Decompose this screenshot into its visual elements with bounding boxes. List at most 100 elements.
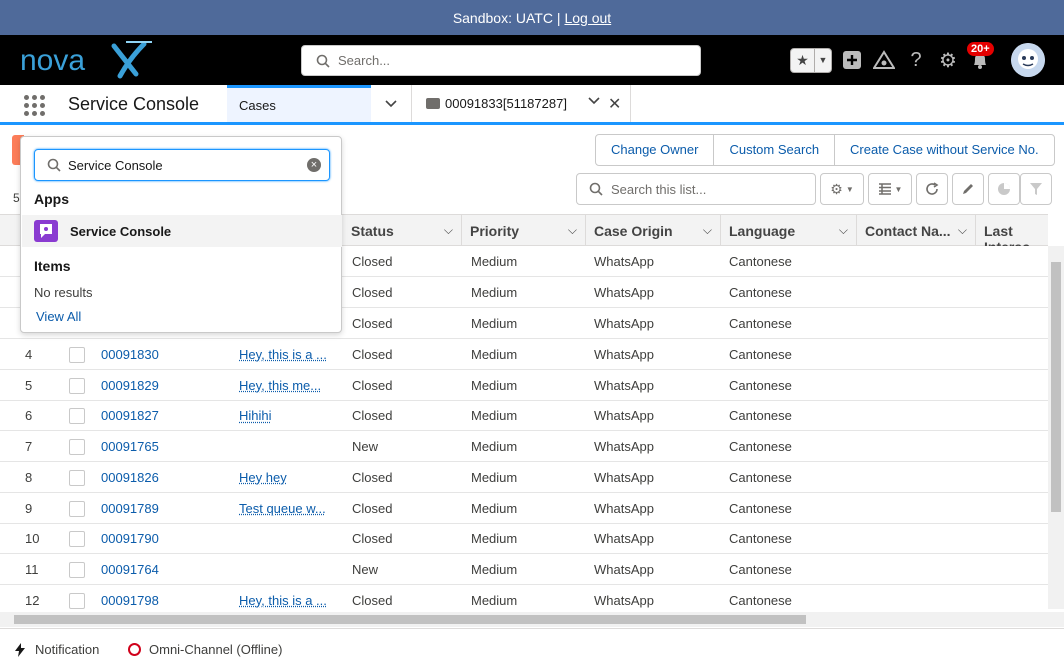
table-row: 7 00091765 New Medium WhatsApp Cantonese — [0, 431, 1048, 463]
edit-button[interactable] — [952, 173, 984, 205]
search-icon — [47, 158, 61, 172]
app-result-service-console[interactable]: Service Console — [22, 215, 342, 247]
chevron-down-icon[interactable]: ⌵ — [444, 223, 453, 238]
app-launcher-search-input[interactable]: Service Console × — [34, 149, 330, 181]
column-header-contact-name[interactable]: Contact Na... ⌵ — [857, 215, 976, 246]
chart-button[interactable] — [988, 173, 1020, 205]
favorites-button[interactable]: ★ ▼ — [790, 47, 832, 73]
column-header-status[interactable]: Status ⌵ — [343, 215, 462, 246]
search-icon — [316, 54, 330, 68]
list-search-input[interactable]: Search this list... — [576, 173, 816, 205]
help-icon[interactable]: ? — [904, 48, 928, 72]
tab-cases[interactable]: Cases — [227, 85, 371, 122]
chevron-down-icon[interactable]: ⌵ — [839, 223, 848, 238]
status-cell: Closed — [352, 469, 393, 485]
change-owner-button[interactable]: Change Owner — [596, 135, 715, 165]
case-number-link[interactable]: 00091789 — [101, 501, 159, 516]
chevron-down-icon[interactable]: ⌵ — [703, 223, 712, 238]
refresh-button[interactable] — [916, 173, 948, 205]
language-cell: Cantonese — [729, 347, 792, 362]
clear-icon[interactable]: × — [307, 158, 321, 172]
custom-search-button[interactable]: Custom Search — [714, 135, 836, 165]
vertical-scrollbar-thumb[interactable] — [1051, 262, 1061, 512]
trailhead-icon[interactable] — [872, 48, 896, 72]
case-number-link[interactable]: 00091830 — [101, 347, 159, 362]
horizontal-scrollbar-thumb[interactable] — [14, 615, 806, 624]
add-icon[interactable] — [840, 48, 864, 72]
service-console-app-icon — [34, 220, 58, 242]
chevron-down-icon[interactable]: ⌵ — [958, 223, 967, 238]
table-row: 10 00091790 Closed Medium WhatsApp Cantonese — [0, 523, 1048, 555]
subject-link[interactable]: Hey, this is a ... — [239, 347, 327, 362]
view-all-link[interactable]: View All — [36, 309, 81, 324]
case-number-link[interactable]: 00091798 — [101, 593, 159, 608]
app-launcher-dropdown: Service Console × Apps Service Console I… — [20, 136, 342, 333]
row-number: 11 — [25, 561, 39, 577]
list-settings-button[interactable]: ⚙ ▼ — [820, 173, 864, 205]
item-count: 5 — [13, 191, 20, 205]
global-search-input[interactable]: Search... — [301, 45, 701, 76]
case-number-link[interactable]: 00091790 — [101, 531, 159, 546]
tab-case-record[interactable]: 00091833[51187287] ✕ — [411, 85, 631, 122]
row-number: 5 — [25, 377, 33, 393]
chevron-down-icon[interactable]: ⌵ — [568, 223, 577, 238]
subject-link[interactable]: Test queue w... — [239, 501, 326, 516]
row-checkbox[interactable] — [69, 500, 85, 517]
close-icon[interactable]: ✕ — [608, 94, 621, 114]
row-checkbox[interactable] — [69, 469, 85, 486]
case-origin-cell: WhatsApp — [594, 531, 654, 547]
navigation-bar: Service Console Cases 00091833[51187287]… — [0, 85, 1064, 125]
case-number-link[interactable]: 00091765 — [101, 439, 159, 454]
avatar[interactable] — [1011, 43, 1045, 77]
display-as-button[interactable]: ▼ — [868, 173, 912, 205]
chevron-down-icon[interactable] — [372, 85, 410, 122]
column-header-case-origin[interactable]: Case Origin ⌵ — [586, 215, 721, 246]
row-checkbox[interactable] — [69, 592, 85, 609]
filter-button[interactable] — [1020, 173, 1052, 205]
case-number-link[interactable]: 00091829 — [101, 378, 159, 393]
row-checkbox[interactable] — [69, 439, 85, 456]
app-launcher-icon[interactable] — [24, 95, 45, 116]
priority-cell: Medium — [471, 316, 518, 331]
chevron-down-icon[interactable] — [588, 97, 600, 105]
subject-link[interactable]: Hey, this me... — [239, 378, 321, 393]
chevron-down-icon[interactable]: ▼ — [815, 49, 831, 72]
table-row: 4 00091830 Hey, this is a ... Closed Medium W… — [0, 339, 1048, 370]
priority-cell: Medium — [471, 377, 518, 393]
column-header-priority[interactable]: Priority ⌵ — [462, 215, 586, 246]
utility-bar: Notification Omni-Channel (Offline) — [0, 628, 1064, 668]
row-checkbox[interactable] — [69, 408, 85, 425]
notification-utility[interactable]: Notification — [14, 642, 99, 657]
row-checkbox[interactable] — [69, 531, 85, 548]
column-header-last-interaction[interactable]: Last Interac... — [976, 215, 1048, 246]
table-row: 12 00091798 Hey, this is a ... Closed Medium… — [0, 585, 1048, 616]
sandbox-label: Sandbox: UATC | — [452, 9, 561, 26]
priority-cell: Medium — [471, 561, 518, 577]
action-button-group: Change Owner Custom Search Create Case w… — [595, 134, 1055, 166]
subject-link[interactable]: Hihihi — [239, 408, 272, 423]
column-header-language[interactable]: Language ⌵ — [721, 215, 857, 246]
status-cell: New — [352, 561, 379, 577]
status-cell: Closed — [352, 316, 393, 331]
case-origin-cell: WhatsApp — [594, 377, 654, 393]
logout-link[interactable]: Log out — [564, 10, 611, 26]
pencil-icon — [963, 184, 973, 194]
vertical-scrollbar[interactable] — [1048, 246, 1064, 609]
create-case-button[interactable]: Create Case without Service No. — [835, 135, 1054, 165]
row-checkbox[interactable] — [69, 561, 85, 578]
case-number-link[interactable]: 00091826 — [101, 470, 159, 485]
no-results-text: No results — [34, 285, 93, 300]
gear-icon[interactable]: ⚙ — [936, 48, 960, 72]
subject-link[interactable]: Hey, this is a ... — [239, 593, 327, 608]
status-cell: Closed — [352, 500, 393, 516]
language-cell: Cantonese — [729, 285, 792, 300]
row-checkbox[interactable] — [69, 377, 85, 394]
omni-channel-utility[interactable]: Omni-Channel (Offline) — [128, 642, 282, 657]
global-header: nova Search... ★ ▼ ? ⚙ 20+ — [0, 35, 1064, 85]
case-number-link[interactable]: 00091764 — [101, 562, 159, 577]
status-cell: New — [352, 439, 379, 455]
row-checkbox[interactable] — [69, 347, 85, 363]
subject-link[interactable]: Hey hey — [239, 470, 287, 485]
horizontal-scrollbar[interactable] — [0, 612, 1064, 627]
case-number-link[interactable]: 00091827 — [101, 408, 159, 423]
